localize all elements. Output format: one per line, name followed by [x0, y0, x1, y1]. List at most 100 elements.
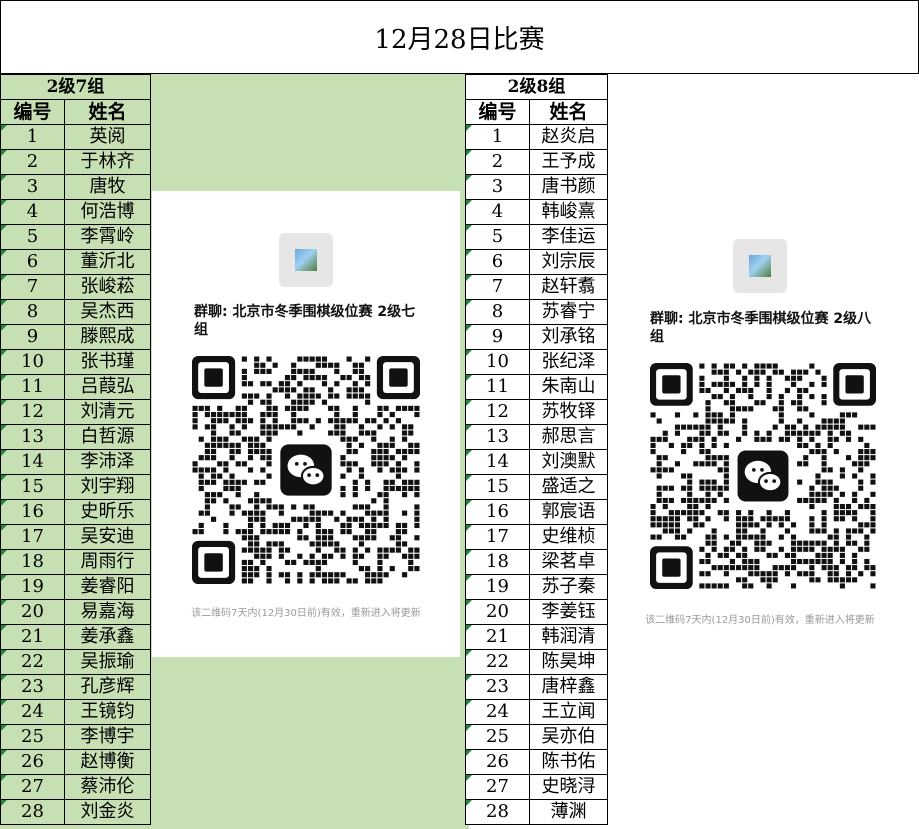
player-name: 吴安迪 [63, 524, 152, 550]
player-number: 18 [0, 549, 65, 575]
player-number: 1 [0, 124, 65, 150]
qr-group-title: 群聊: 北京市冬季围棋级位赛 2级八组 [650, 311, 872, 345]
player-name: 盛适之 [528, 474, 609, 500]
player-name: 刘承铭 [528, 324, 609, 350]
group-avatar-icon [279, 233, 333, 287]
player-number: 18 [465, 549, 530, 575]
table-row: 12 苏牧铎 [465, 399, 609, 425]
table-row: 1 赵炎启 [465, 124, 609, 150]
player-number: 16 [0, 499, 65, 525]
qr-expiry-note: 该二维码7天内(12月30日前)有效，重新进入将更新 [191, 608, 421, 619]
player-name: 韩峻熹 [528, 199, 609, 225]
wechat-logo-icon [737, 450, 789, 502]
player-name: 苏子秦 [528, 574, 609, 600]
player-number: 14 [465, 449, 530, 475]
column-header-name: 姓名 [528, 99, 609, 125]
table-row: 23 孔彦辉 [0, 674, 152, 700]
player-number: 11 [0, 374, 65, 400]
table-row: 7 张峻菘 [0, 274, 152, 300]
table-row: 11 朱南山 [465, 374, 609, 400]
table-row: 2 王予成 [465, 149, 609, 175]
table-row: 11 吕葭弘 [0, 374, 152, 400]
player-number: 4 [465, 199, 530, 225]
table-row: 1 英阅 [0, 124, 152, 150]
player-name: 赵轩翥 [528, 274, 609, 300]
qr-expiry-note: 该二维码7天内(12月30日前)有效，重新进入将更新 [645, 615, 875, 626]
table-row: 14 李沛泽 [0, 449, 152, 475]
player-name: 李佳运 [528, 224, 609, 250]
player-name: 易嘉海 [63, 599, 152, 625]
player-name: 姜睿阳 [63, 574, 152, 600]
table-row: 20 易嘉海 [0, 599, 152, 625]
player-number: 9 [465, 324, 530, 350]
player-number: 20 [465, 599, 530, 625]
table-row: 17 吴安迪 [0, 524, 152, 550]
player-name: 唐梓鑫 [528, 674, 609, 700]
player-name: 赵博衡 [63, 749, 152, 775]
table-row: 6 董沂北 [0, 249, 152, 275]
player-number: 10 [0, 349, 65, 375]
player-number: 1 [465, 124, 530, 150]
table-row: 28 刘金炎 [0, 799, 152, 825]
player-name: 陈昊坤 [528, 649, 609, 675]
player-name: 史昕乐 [63, 499, 152, 525]
player-name: 史维桢 [528, 524, 609, 550]
player-number: 4 [0, 199, 65, 225]
table-row: 7 赵轩翥 [465, 274, 609, 300]
player-number: 3 [0, 174, 65, 200]
player-number: 5 [465, 224, 530, 250]
group-table-7: 2级7组 编号 姓名 1 英阅 2 于林齐 3 唐牧 4 何浩博 5 李霄岭 6 董沂北 7 张峻菘 8 吴杰… [0, 74, 152, 825]
table-row: 16 史昕乐 [0, 499, 152, 525]
player-number: 17 [465, 524, 530, 550]
player-number: 8 [465, 299, 530, 325]
player-name: 孔彦辉 [63, 674, 152, 700]
player-number: 13 [465, 424, 530, 450]
table-row: 20 李姜钰 [465, 599, 609, 625]
player-number: 25 [0, 724, 65, 750]
qr-finder-pattern [833, 363, 876, 406]
player-number: 12 [0, 399, 65, 425]
group-avatar-icon [733, 239, 787, 293]
player-number: 2 [0, 149, 65, 175]
player-number: 19 [0, 574, 65, 600]
player-name: 郝思言 [528, 424, 609, 450]
player-number: 27 [0, 774, 65, 800]
player-number: 6 [0, 249, 65, 275]
player-number: 2 [465, 149, 530, 175]
player-name: 滕熙成 [63, 324, 152, 350]
table-row: 3 唐书颜 [465, 174, 609, 200]
player-number: 6 [465, 249, 530, 275]
table-row: 22 吴振瑜 [0, 649, 152, 675]
player-name: 于林齐 [63, 149, 152, 175]
table-row: 9 刘承铭 [465, 324, 609, 350]
player-name: 刘清元 [63, 399, 152, 425]
player-number: 15 [465, 474, 530, 500]
player-name: 李霄岭 [63, 224, 152, 250]
player-number: 26 [0, 749, 65, 775]
player-name: 郭宸语 [528, 499, 609, 525]
table-row: 27 史晓浔 [465, 774, 609, 800]
player-name: 赵炎启 [528, 124, 609, 150]
player-name: 董沂北 [63, 249, 152, 275]
player-name: 张书瑾 [63, 349, 152, 375]
table-row: 23 唐梓鑫 [465, 674, 609, 700]
table-row: 14 刘澳默 [465, 449, 609, 475]
table-row: 25 李博宇 [0, 724, 152, 750]
table-row: 4 何浩博 [0, 199, 152, 225]
group-name: 2级8组 [464, 74, 609, 100]
player-number: 9 [0, 324, 65, 350]
player-name: 周雨行 [63, 549, 152, 575]
player-name: 吴振瑜 [63, 649, 152, 675]
table-row: 18 周雨行 [0, 549, 152, 575]
player-number: 17 [0, 524, 65, 550]
player-name: 吕葭弘 [63, 374, 152, 400]
qr-code [192, 356, 420, 584]
player-name: 史晓浔 [528, 774, 609, 800]
player-number: 22 [465, 649, 530, 675]
player-name: 王立闻 [528, 699, 609, 725]
player-name: 梁茗卓 [528, 549, 609, 575]
column-header-number: 编号 [465, 99, 530, 125]
player-name: 白哲源 [63, 424, 152, 450]
player-number: 24 [465, 699, 530, 725]
player-number: 20 [0, 599, 65, 625]
